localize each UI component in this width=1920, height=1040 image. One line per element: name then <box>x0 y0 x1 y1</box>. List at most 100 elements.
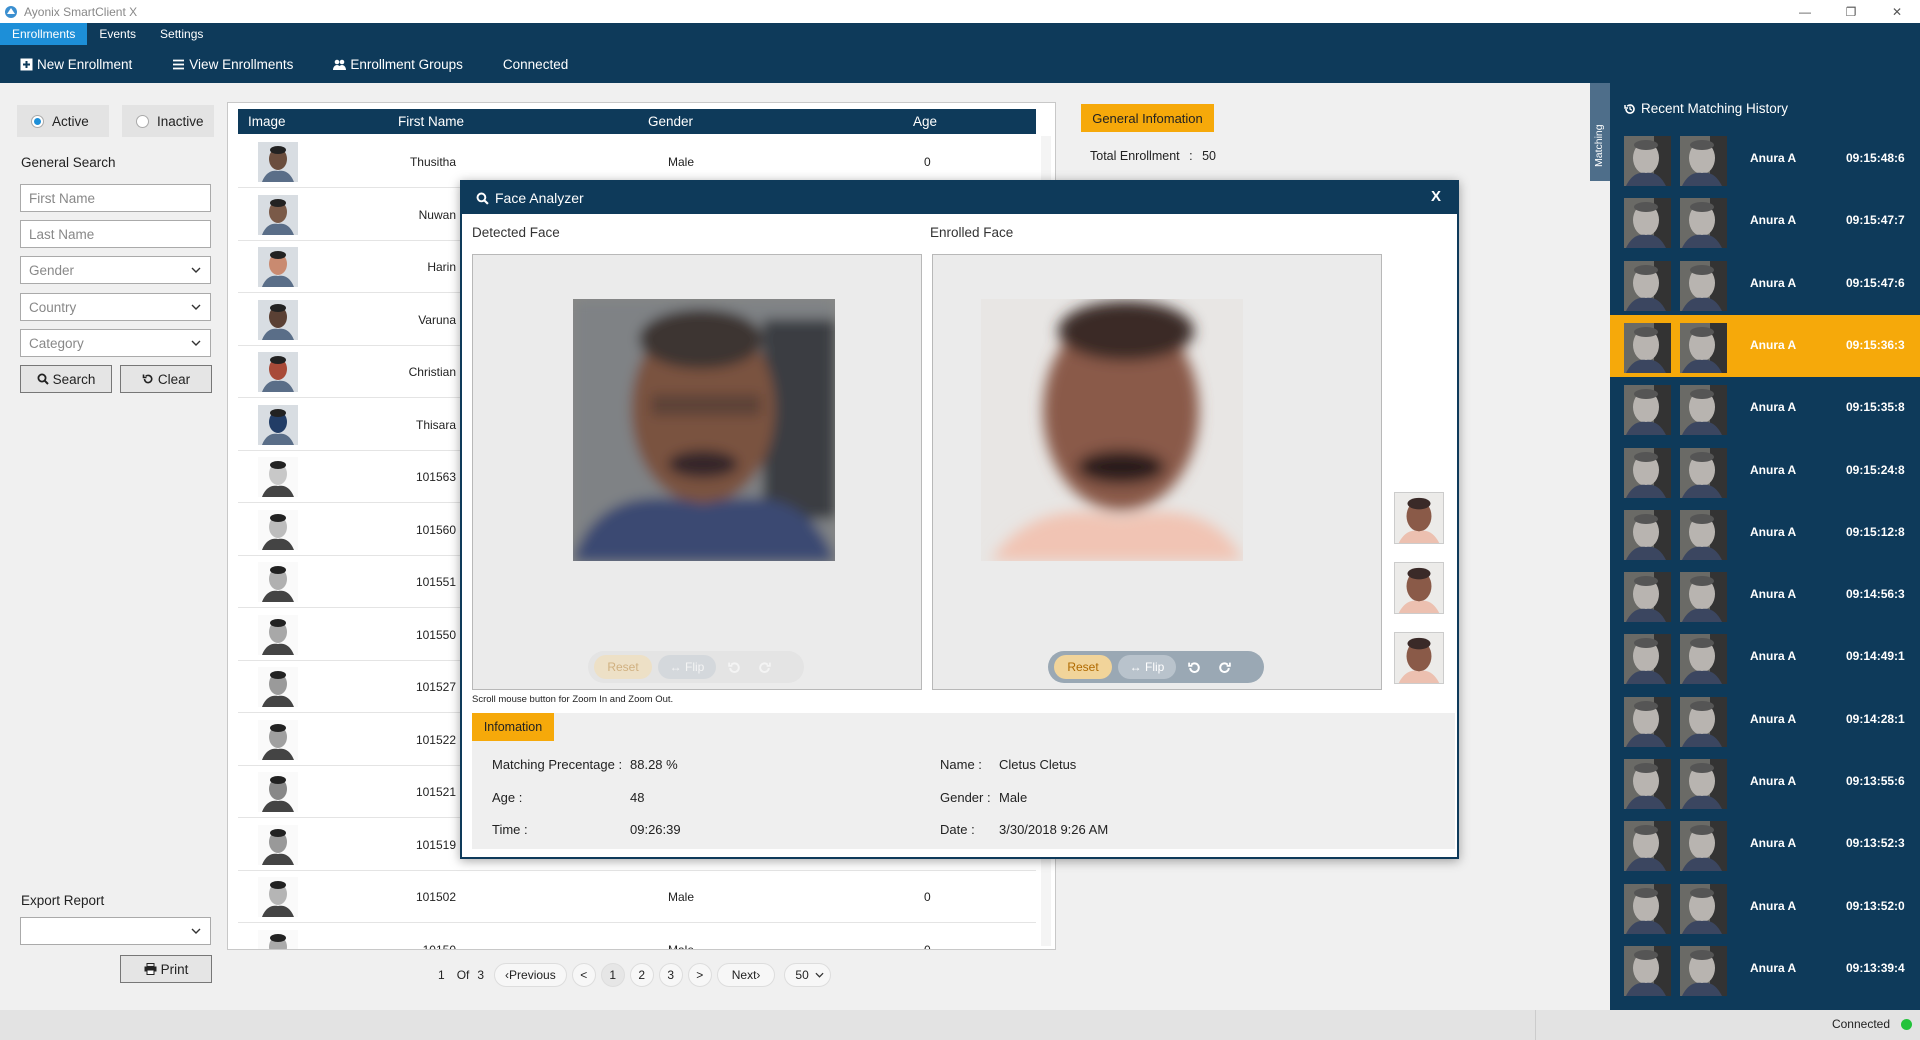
close-icon[interactable]: ✕ <box>1874 0 1920 23</box>
history-item[interactable]: Anura A 09:15:24:8 <box>1610 440 1920 502</box>
table-row[interactable]: 10150 Male 0 <box>238 923 1036 949</box>
history-item[interactable]: Anura A 09:13:52:3 <box>1610 813 1920 875</box>
country-select[interactable]: Country <box>20 293 211 321</box>
history-item[interactable]: Anura A 09:13:52:0 <box>1610 876 1920 938</box>
rotate-right-icon[interactable] <box>1212 655 1236 679</box>
col-first-name[interactable]: First Name <box>398 114 464 129</box>
history-name: Anura A <box>1750 774 1797 788</box>
history-item[interactable]: Anura A 09:15:48:6 <box>1610 128 1920 190</box>
zoom-hint: Scroll mouse button for Zoom In and Zoom… <box>472 694 674 705</box>
enrolled-thumbnail <box>1680 509 1727 560</box>
enrolled-thumbnail <box>1680 136 1727 186</box>
detected-flip-button[interactable]: ↔ Flip <box>658 655 716 679</box>
enrollment-photo <box>258 614 298 655</box>
rotate-left-icon[interactable] <box>1182 655 1206 679</box>
history-item[interactable]: Anura A 09:15:47:6 <box>1610 253 1920 315</box>
chevron-down-icon <box>182 304 210 310</box>
new-enrollment-button[interactable]: New Enrollment <box>20 57 132 72</box>
previous-button[interactable]: ‹ Previous <box>494 962 567 987</box>
col-gender[interactable]: Gender <box>648 114 693 129</box>
restore-icon[interactable]: ❐ <box>1828 0 1874 23</box>
detected-reset-button[interactable]: Reset <box>594 655 652 679</box>
history-time: 09:13:52:0 <box>1846 898 1905 913</box>
enrolled-face-label: Enrolled Face <box>930 225 1014 240</box>
history-name: Anura A <box>1750 213 1797 228</box>
detected-thumbnail <box>1624 509 1671 560</box>
close-icon[interactable]: X <box>1431 188 1441 205</box>
col-age[interactable]: Age <box>913 114 937 129</box>
menu-settings[interactable]: Settings <box>148 23 215 45</box>
matching-tab[interactable]: Matching <box>1590 83 1610 181</box>
detected-face-image <box>573 299 835 561</box>
enrolled-thumbnail <box>1680 883 1727 934</box>
row-first-name: 101519 <box>415 837 456 852</box>
enrolled-thumbnail[interactable] <box>1394 562 1444 614</box>
history-item[interactable]: Anura A 09:15:47:7 <box>1610 190 1920 252</box>
history-icon <box>1624 103 1635 114</box>
export-report-select[interactable] <box>20 917 211 945</box>
first-name-field[interactable]: First Name <box>20 184 211 212</box>
table-row[interactable]: 101502 Male 0 <box>238 871 1036 923</box>
last-name-field[interactable]: Last Name <box>20 220 211 248</box>
date-value: 3/30/2018 9:26 AM <box>999 822 1109 837</box>
information-button[interactable]: Infomation <box>472 713 554 741</box>
plus-icon <box>20 58 33 70</box>
page-2-button[interactable]: 2 <box>629 962 654 987</box>
enrollment-groups-button[interactable]: Enrollment Groups <box>333 57 463 72</box>
history-item[interactable]: Anura A 09:14:49:1 <box>1610 626 1920 688</box>
view-enrollments-label: View Enrollments <box>189 56 294 72</box>
toolbar: New Enrollment View Enrollments Enrollme… <box>0 45 1920 83</box>
enrolled-flip-button[interactable]: ↔ Flip <box>1118 655 1176 679</box>
enrollment-photo <box>258 194 298 235</box>
print-button[interactable]: Print <box>120 955 212 983</box>
menu-bar: Enrollments Events Settings <box>0 23 1920 45</box>
history-item[interactable]: Anura A 09:14:28:1 <box>1610 689 1920 751</box>
enrolled-face-viewer[interactable]: Reset ↔ Flip <box>932 254 1382 690</box>
rotate-left-icon[interactable] <box>722 655 746 679</box>
time-label: Time : <box>492 822 528 837</box>
history-item[interactable]: Anura A 09:15:35:8 <box>1610 377 1920 439</box>
menu-enrollments[interactable]: Enrollments <box>0 23 88 45</box>
category-placeholder: Category <box>29 335 84 351</box>
inactive-radio[interactable]: Inactive <box>122 105 214 137</box>
detected-thumbnail <box>1624 322 1671 373</box>
history-item[interactable]: Anura A 09:13:55:6 <box>1610 751 1920 813</box>
next-arrow-button[interactable]: > <box>687 962 712 987</box>
history-item[interactable]: Anura A 09:15:36:3 <box>1610 314 1920 377</box>
enrolled-thumbnail[interactable] <box>1394 632 1444 684</box>
inactive-radio-dot <box>136 114 149 128</box>
category-select[interactable]: Category <box>20 329 211 357</box>
active-radio[interactable]: Active <box>17 105 109 137</box>
clear-button[interactable]: Clear <box>120 365 212 393</box>
search-button[interactable]: Search <box>20 365 112 393</box>
detected-thumbnail <box>1624 198 1671 249</box>
history-name: Anura A <box>1750 462 1797 477</box>
total-enrollment: Total Enrollment : 50 <box>1090 149 1216 163</box>
history-name: Anura A <box>1750 151 1797 165</box>
next-button[interactable]: Next › <box>716 962 776 987</box>
general-information-button[interactable]: General Infomation <box>1081 104 1214 132</box>
menu-events[interactable]: Events <box>87 23 148 45</box>
gender-value: Male <box>999 790 1028 805</box>
view-enrollments-button[interactable]: View Enrollments <box>172 57 293 72</box>
enrollment-photo <box>258 404 298 445</box>
detected-face-viewer[interactable]: Reset ↔ Flip <box>472 254 922 690</box>
history-item[interactable]: Anura A 09:15:12:8 <box>1610 502 1920 564</box>
rotate-right-icon[interactable] <box>752 655 776 679</box>
history-item[interactable]: Anura A 09:14:56:3 <box>1610 564 1920 626</box>
history-item[interactable]: Anura A 09:13:39:4 <box>1610 938 1920 1000</box>
app-logo-icon <box>5 5 17 18</box>
page-size-select[interactable]: 50 <box>784 962 831 987</box>
page-3-button[interactable]: 3 <box>658 962 683 987</box>
enrolled-flip-label: Flip <box>1145 660 1165 674</box>
gender-select[interactable]: Gender <box>20 256 211 284</box>
prev-arrow-button[interactable]: < <box>571 962 596 987</box>
col-image[interactable]: Image <box>248 114 286 129</box>
gender-placeholder: Gender <box>29 262 75 278</box>
minimize-icon[interactable]: — <box>1782 0 1828 23</box>
enrolled-thumbnail[interactable] <box>1394 492 1444 544</box>
page-1-button[interactable]: 1 <box>600 962 625 987</box>
grid-header: Image First Name Gender Age <box>238 109 1036 134</box>
enrolled-reset-button[interactable]: Reset <box>1054 655 1112 679</box>
detected-thumbnail <box>1624 759 1671 809</box>
